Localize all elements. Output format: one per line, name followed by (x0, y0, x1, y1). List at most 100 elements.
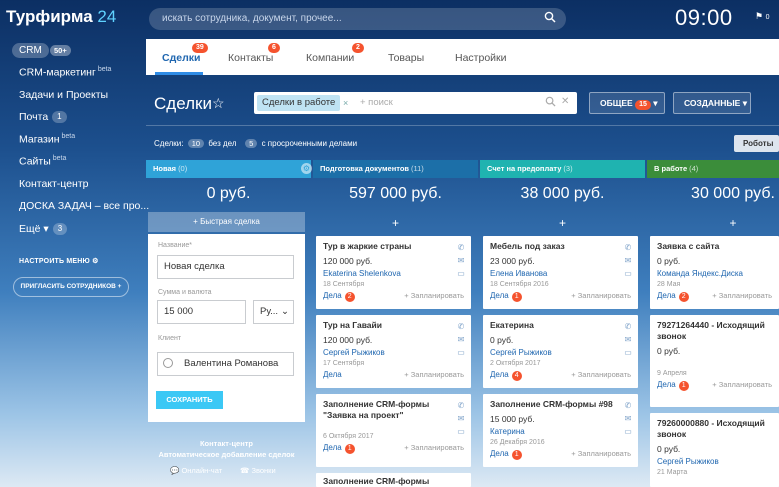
sidebar-item-mail[interactable]: Почта 1 (19, 111, 67, 123)
mail-icon: ✉ (457, 256, 465, 265)
card-date: 21 Марта (657, 469, 688, 476)
card-price: 0 руб. (657, 346, 681, 356)
configure-menu-button[interactable]: НАСТРОИТЬ МЕНЮ ⚙ (19, 257, 99, 265)
sidebar-item-crm-marketing[interactable]: CRM-маркетинг beta (19, 66, 111, 79)
card-date: 17 Сентября (323, 360, 365, 367)
global-search-input[interactable]: искать сотрудника, документ, прочее... (149, 8, 566, 30)
clock[interactable]: 09:00 (675, 5, 733, 31)
save-button[interactable]: СОХРАНИТЬ (156, 391, 223, 409)
deal-card[interactable]: Тур на Гавайи 120 000 руб. Сергей Рыжико… (316, 315, 471, 388)
client-input[interactable]: Валентина Романова (157, 352, 294, 376)
card-contact[interactable]: Катерина (490, 427, 631, 436)
sidebar-item-sites[interactable]: Сайты beta (19, 155, 66, 168)
card-title[interactable]: 79271264440 - Исходящий звонок (657, 320, 772, 342)
card-contact[interactable]: Елена Иванова (490, 269, 631, 278)
created-button[interactable]: СОЗДАННЫЕ ▾ (673, 92, 751, 114)
logo[interactable]: Турфирма 24 (6, 7, 116, 27)
sidebar-item-task-board[interactable]: ДОСКА ЗАДАЧ – все про... (19, 200, 149, 212)
card-actions[interactable]: ✆ ✉ ▭ (456, 320, 466, 359)
sidebar-item-tasks[interactable]: Задачи и Проекты (19, 89, 108, 101)
card-contact[interactable]: Команда Яндекс.Диска (657, 269, 772, 278)
card-price: 0 руб. (490, 335, 514, 345)
column-header[interactable]: В работе (4) (647, 160, 779, 178)
add-deal-icon[interactable]: + (313, 216, 478, 230)
card-actions[interactable]: ✆ ✉ ▭ (456, 241, 466, 280)
online-chat-link[interactable]: 💬 Онлайн-чат (170, 466, 222, 475)
deal-name-input[interactable]: Новая сделка (157, 255, 294, 279)
deal-card[interactable]: Тур в жаркие страны 120 000 руб. Ekateri… (316, 236, 471, 309)
filter-search-icon[interactable] (545, 96, 556, 110)
card-price: 0 руб. (657, 444, 681, 454)
deal-card[interactable]: Заполнение CRM-формы #98 15 000 руб. Кат… (483, 394, 638, 467)
card-title[interactable]: Тур в жаркие страны (323, 241, 464, 252)
deal-card[interactable]: Екатерина 0 руб. Сергей Рыжиков 2 Октябр… (483, 315, 638, 388)
card-title[interactable]: Екатерина (490, 320, 631, 331)
card-title[interactable]: Заполнение CRM-формы "Заявка на проект" (323, 399, 464, 421)
sidebar-item-shop[interactable]: Магазин beta (19, 133, 75, 146)
name-label: Название* (158, 242, 193, 249)
notifications-flag[interactable]: ⚑ 0 (755, 11, 770, 22)
card-title[interactable]: Заявка с сайта (657, 241, 772, 252)
tab-settings[interactable]: Настройки (455, 52, 507, 64)
card-title[interactable]: Заполнение CRM-формы #98 (490, 399, 631, 410)
card-tasks-row[interactable]: Дела 1 + Запланировать (490, 291, 631, 302)
deal-card[interactable]: Заявка с сайта 0 руб. Команда Яндекс.Дис… (650, 236, 779, 309)
currency-select[interactable]: Ру... ⌄ (253, 300, 294, 324)
column-header[interactable]: Счет на предоплату (3) (480, 160, 645, 178)
card-tasks-row[interactable]: Дела 1 + Запланировать (657, 380, 772, 391)
calls-link[interactable]: ☎ Звонки (240, 466, 276, 475)
sidebar-item-contact-center[interactable]: Контакт-центр (19, 178, 89, 190)
add-deal-icon[interactable]: + (480, 216, 645, 230)
card-actions[interactable]: ✆ ✉ ▭ (623, 320, 633, 359)
tab-contacts-badge: 6 (268, 43, 280, 53)
robots-button[interactable]: Роботы (734, 135, 779, 152)
card-tasks-row[interactable]: Дела 1 + Запланировать (490, 449, 631, 460)
star-icon[interactable]: ☆ (212, 95, 225, 112)
quick-deal-button[interactable]: + Быстрая сделка (148, 212, 305, 232)
column-header[interactable]: Подготовка документов (11) (313, 160, 478, 178)
card-tasks-row[interactable]: Дела 1 + Запланировать (323, 443, 464, 454)
card-title[interactable]: Тур на Гавайи (323, 320, 464, 331)
card-title[interactable]: Мебель под заказ (490, 241, 631, 252)
deal-card[interactable]: Мебель под заказ 23 000 руб. Елена Ивано… (483, 236, 638, 309)
deal-card[interactable]: 79271264440 - Исходящий звонок 0 руб. 9 … (650, 315, 779, 407)
search-icon[interactable] (544, 11, 560, 27)
mail-icon: ✉ (624, 414, 632, 423)
chevron-down-icon: ▾ (653, 98, 658, 108)
card-actions[interactable]: ✆ ✉ ▭ (623, 399, 633, 438)
card-contact[interactable]: Сергей Рыжиков (323, 348, 464, 357)
deal-card[interactable]: Заполнение CRM-формы (316, 473, 471, 487)
invite-button[interactable]: ПРИГЛАСИТЬ СОТРУДНИКОВ + (13, 277, 129, 297)
deal-card[interactable]: Заполнение CRM-формы "Заявка на проект" … (316, 394, 471, 467)
filter-chip[interactable]: Сделки в работе (257, 95, 341, 111)
card-tasks-row[interactable]: Дела 2 + Запланировать (323, 291, 464, 302)
card-price: 23 000 руб. (490, 256, 535, 266)
card-tasks-row[interactable]: Дела 2 + Запланировать (657, 291, 772, 302)
tab-contacts[interactable]: Контакты (228, 52, 273, 64)
card-title[interactable]: Заполнение CRM-формы (323, 476, 464, 487)
deal-card[interactable]: 79260000880 - Исходящий звонок 0 руб. Се… (650, 413, 779, 487)
card-tasks-row[interactable]: Дела + Запланировать (323, 370, 464, 381)
sidebar-item-more[interactable]: Ещё ▾ 3 (19, 223, 68, 235)
sum-input[interactable]: 15 000 (157, 300, 246, 324)
general-button[interactable]: ОБЩЕЕ 15 ▾ (589, 92, 665, 114)
tab-deals[interactable]: Сделки (162, 52, 200, 64)
add-deal-icon[interactable]: + (647, 216, 779, 230)
filter-clear-icon[interactable]: ✕ (561, 96, 569, 107)
card-actions[interactable]: ✆ ✉ ▭ (623, 241, 633, 280)
card-tasks-row[interactable]: Дела 4 + Запланировать (490, 370, 631, 381)
card-contact[interactable]: Сергей Рыжиков (657, 457, 772, 466)
filter-search-input[interactable]: + поиск (360, 95, 393, 111)
chip-close-icon[interactable]: × (343, 95, 348, 111)
card-contact[interactable]: Ekaterina Shelenkova (323, 269, 464, 278)
column-header[interactable]: Новая (0) (146, 160, 311, 178)
card-actions[interactable]: ✆ ✉ ▭ (456, 399, 466, 438)
chat-icon: ▭ (624, 348, 632, 357)
tab-companies[interactable]: Компании (306, 52, 354, 64)
sidebar-item-crm[interactable]: CRM (12, 43, 49, 58)
settings-icon[interactable]: ⚙ (301, 163, 312, 174)
card-contact[interactable]: Сергей Рыжиков (490, 348, 631, 357)
card-date: 2 Октября 2017 (490, 360, 541, 367)
card-title[interactable]: 79260000880 - Исходящий звонок (657, 418, 772, 440)
tab-products[interactable]: Товары (388, 52, 424, 64)
